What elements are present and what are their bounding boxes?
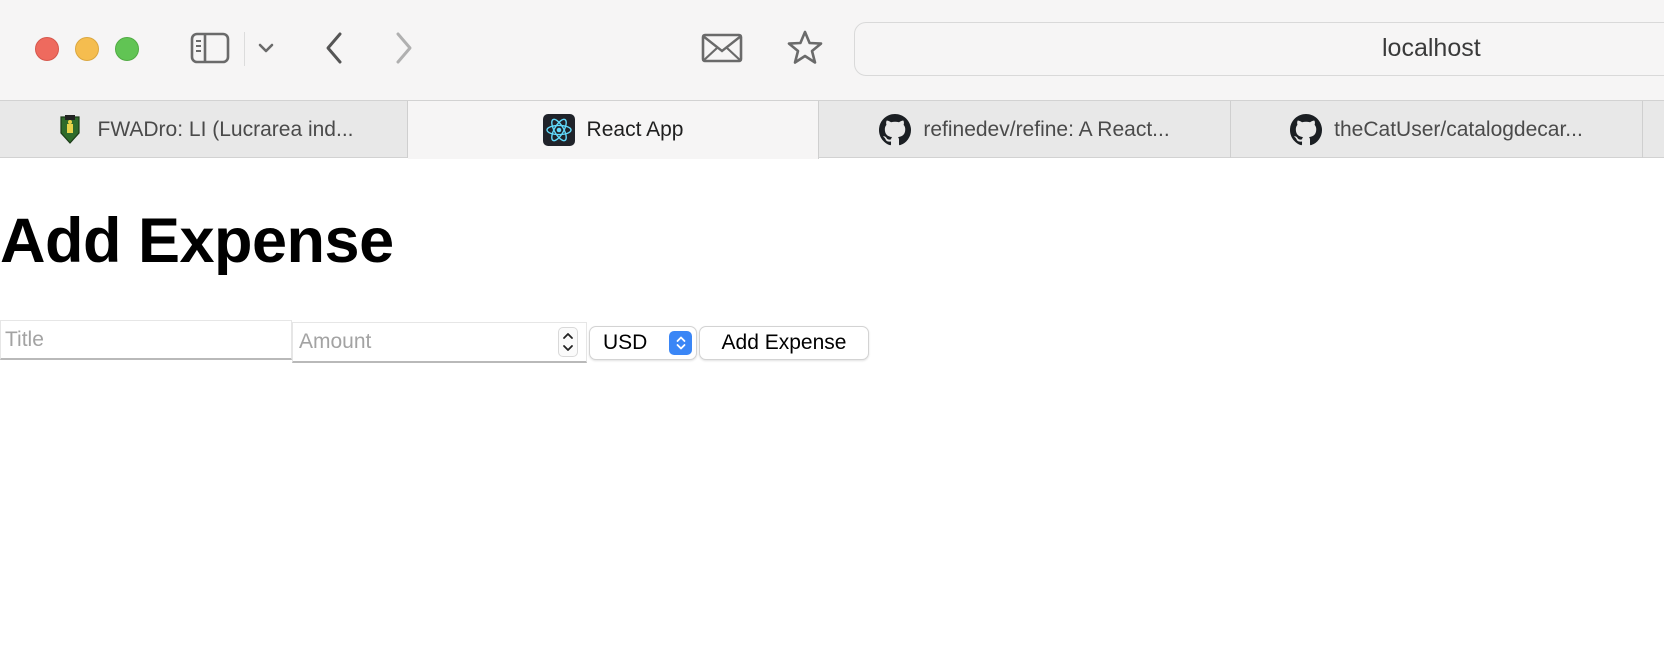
zoom-window-button[interactable]: [115, 37, 139, 61]
tab-label: theCatUser/catalogdecar...: [1334, 117, 1583, 141]
amount-stepper[interactable]: [558, 327, 578, 357]
sidebar-toggle-icon[interactable]: [190, 30, 230, 66]
tab-fwadro[interactable]: FWADro: LI (Lucrarea ind...: [0, 101, 408, 158]
browser-toolbar: localhost: [0, 0, 1664, 100]
github-icon: [1290, 113, 1323, 146]
tab-label: React App: [586, 118, 684, 141]
forward-arrow-icon[interactable]: [390, 30, 418, 66]
bookmark-star-icon[interactable]: [784, 28, 826, 68]
minimize-window-button[interactable]: [75, 37, 99, 61]
github-icon: [879, 113, 912, 146]
tab-label: refinedev/refine: A React...: [923, 117, 1170, 141]
currency-select-value: USD: [603, 331, 648, 354]
tab-bar: FWADro: LI (Lucrarea ind... React App re…: [0, 100, 1664, 159]
amount-input[interactable]: [292, 322, 587, 363]
address-bar[interactable]: [854, 22, 1664, 76]
currency-select[interactable]: USD: [589, 326, 697, 360]
back-arrow-icon[interactable]: [320, 30, 348, 66]
mail-icon[interactable]: [700, 30, 744, 66]
page-title: Add Expense: [0, 206, 394, 276]
address-bar-url: localhost: [1382, 34, 1481, 62]
tab-thecatuser[interactable]: theCatUser/catalogdecar...: [1231, 101, 1643, 158]
toolbar-divider: [244, 32, 245, 66]
react-icon: [542, 114, 575, 146]
close-window-button[interactable]: [35, 37, 59, 61]
chevron-down-icon[interactable]: [256, 38, 276, 58]
select-arrows-icon: [669, 331, 692, 355]
tab-label: FWADro: LI (Lucrarea ind...: [97, 117, 354, 141]
tab-react-app[interactable]: React App: [408, 101, 819, 159]
tab-refinedev[interactable]: refinedev/refine: A React...: [819, 101, 1231, 158]
title-input[interactable]: [0, 320, 292, 360]
crest-icon: [54, 114, 86, 146]
add-expense-button[interactable]: Add Expense: [699, 326, 869, 360]
